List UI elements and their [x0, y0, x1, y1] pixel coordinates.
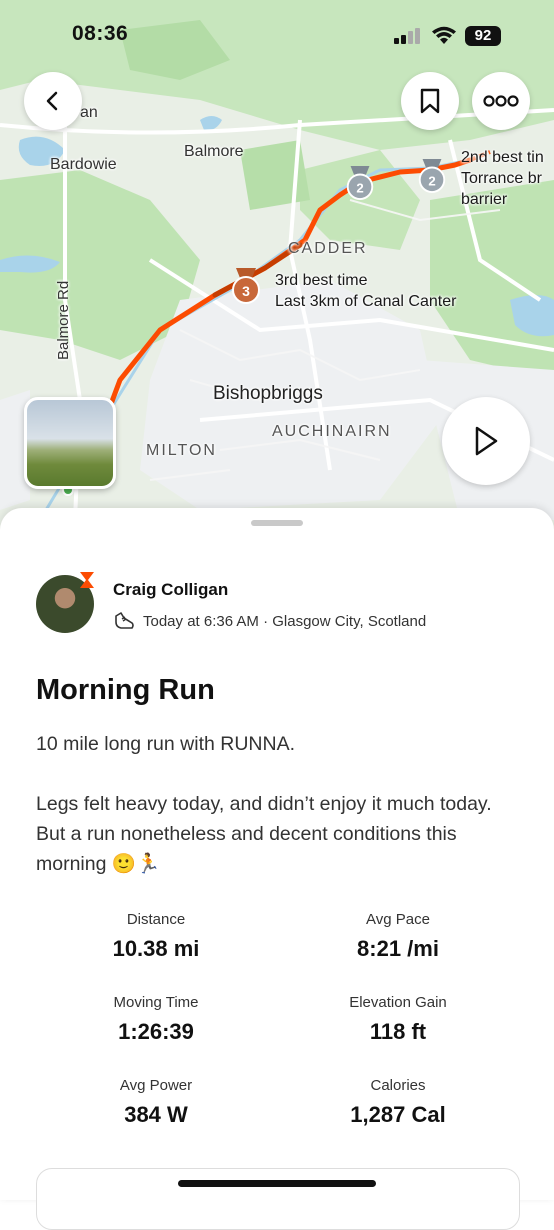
map-label-bardowie: Bardowie	[50, 156, 117, 173]
stat-label: Moving Time	[113, 994, 199, 1011]
athlete-name[interactable]: Craig Colligan	[113, 580, 228, 600]
map-label-auchinairn: AUCHINAIRN	[272, 423, 392, 440]
map-label-balmore-rd: Balmore Rd	[55, 280, 72, 360]
status-bar: 08:36 92	[0, 22, 554, 52]
medal-2b-icon[interactable]: 2	[415, 157, 449, 195]
map-label-bishopbriggs: Bishopbriggs	[213, 383, 323, 404]
stat-moving-time: Moving Time 1:26:39	[36, 994, 276, 1045]
map-label-an: an	[80, 104, 98, 121]
medal-3-number: 3	[242, 283, 250, 299]
more-options-button[interactable]	[472, 72, 530, 130]
medal-2b-number: 2	[428, 173, 435, 188]
activity-photo-thumbnail[interactable]	[24, 397, 116, 489]
stat-calories: Calories 1,287 Cal	[278, 1077, 518, 1128]
stat-label: Avg Power	[119, 1077, 193, 1094]
activity-description: 10 mile long run with RUNNA. Legs felt h…	[36, 729, 506, 879]
stat-label: Calories	[370, 1077, 426, 1094]
stat-value: 118 ft	[369, 1019, 427, 1044]
activity-date-location: Today at 6:36 AM · Glasgow City, Scotlan…	[143, 612, 427, 630]
battery-indicator: 92	[465, 26, 501, 46]
segment-2-line1: 2nd best tin	[461, 149, 544, 166]
play-icon	[475, 426, 498, 456]
map-label-balmore: Balmore	[184, 143, 244, 160]
activity-title: Morning Run	[36, 674, 215, 706]
more-dots-icon	[483, 95, 519, 107]
back-button[interactable]	[24, 72, 82, 130]
segment-2-line3: barrier	[461, 191, 508, 208]
stat-value: 1,287 Cal	[350, 1102, 446, 1127]
map-label-cadder: CADDER	[288, 240, 368, 257]
chevron-left-icon	[46, 91, 58, 111]
stat-value: 8:21 /mi	[357, 936, 439, 961]
status-time: 08:36	[72, 22, 129, 45]
segment-3-line1: 3rd best time	[275, 272, 368, 289]
segment-3-label[interactable]: 3rd best time Last 3km of Canal Canter	[275, 270, 456, 312]
stat-distance: Distance 10.38 mi	[36, 911, 276, 962]
running-shoe-icon	[115, 612, 134, 629]
play-flyby-button[interactable]	[442, 397, 530, 485]
sheet-drag-handle[interactable]	[251, 520, 303, 526]
stat-avg-power: Avg Power 384 W	[36, 1077, 276, 1128]
description-paragraph-2: Legs felt heavy today, and didn’t enjoy …	[36, 793, 492, 875]
activity-meta: Today at 6:36 AM · Glasgow City, Scotlan…	[113, 610, 426, 632]
medal-2-icon[interactable]: 2	[343, 164, 377, 202]
stat-label: Elevation Gain	[349, 994, 447, 1011]
segment-3-line2: Last 3km of Canal Canter	[275, 293, 457, 310]
bookmark-icon	[420, 88, 440, 114]
wifi-icon	[432, 26, 456, 44]
map-label-milton: MILTON	[146, 442, 217, 459]
cellular-signal-icon	[394, 28, 420, 44]
stat-value: 384 W	[124, 1102, 188, 1127]
home-indicator[interactable]	[178, 1180, 376, 1187]
next-card[interactable]	[36, 1168, 520, 1230]
stat-value: 1:26:39	[118, 1019, 194, 1044]
stat-value: 10.38 mi	[112, 936, 200, 961]
runna-badge-icon	[80, 572, 94, 588]
segment-2-label[interactable]: 2nd best tin Torrance br barrier	[461, 147, 544, 210]
description-paragraph-1: 10 mile long run with RUNNA.	[36, 733, 296, 755]
medal-2-number: 2	[356, 180, 363, 195]
stat-elevation-gain: Elevation Gain 118 ft	[278, 994, 518, 1045]
stat-label: Avg Pace	[366, 911, 430, 928]
medal-3-icon[interactable]: 3	[228, 266, 264, 306]
activity-detail-sheet[interactable]: Craig Colligan Today at 6:36 AM · Glasgo…	[0, 508, 554, 1230]
stat-label: Distance	[126, 911, 186, 928]
segment-2-line2: Torrance br	[461, 170, 542, 187]
save-route-button[interactable]	[401, 72, 459, 130]
stat-avg-pace: Avg Pace 8:21 /mi	[278, 911, 518, 962]
